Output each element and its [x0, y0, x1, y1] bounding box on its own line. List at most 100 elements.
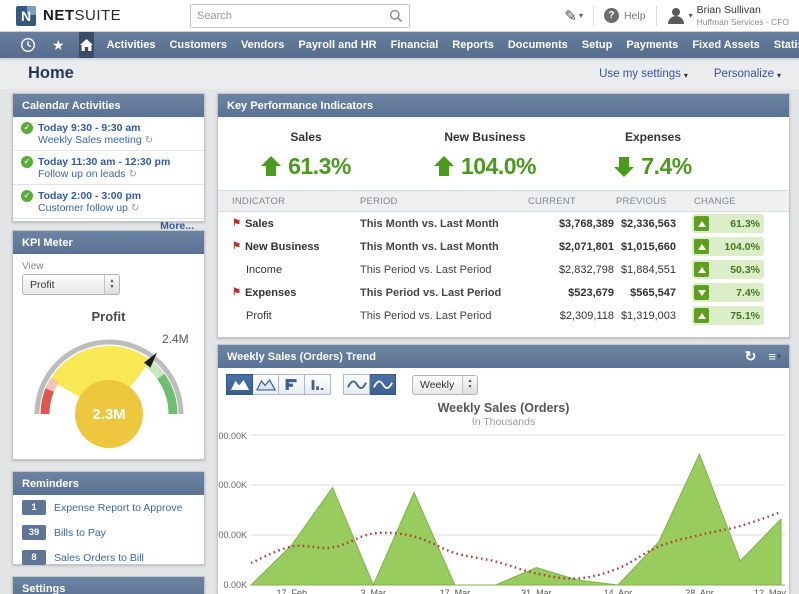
tab-vendors[interactable]: Vendors	[241, 39, 284, 51]
chevron-down-icon: ▾	[777, 72, 781, 80]
chart-type-area-button[interactable]	[226, 374, 253, 395]
kpi-panel-header[interactable]: Key Performance Indicators	[218, 94, 789, 117]
panel-menu-button[interactable]: ≡▾	[768, 349, 781, 364]
flag-icon: ⚑	[232, 241, 241, 252]
shortcuts-button[interactable]: ★	[52, 38, 65, 52]
flag-icon: ⚑	[232, 287, 241, 298]
reminder-link[interactable]: 39 Bills to Pay	[13, 520, 204, 545]
chevron-down-icon: ▾	[579, 12, 583, 20]
tab-payments[interactable]: Payments	[626, 39, 678, 51]
use-my-settings-link[interactable]: Use my settings▾	[599, 68, 688, 80]
page-bar: Home Use my settings▾ Personalize▾	[0, 58, 799, 89]
kpi-headline-expenses: Expenses 7.4%	[578, 130, 728, 180]
kpi-meter-panel: KPI Meter View Profit ▲▼ Profit 2.3M 2.4…	[12, 230, 205, 460]
chart-subtitle: In Thousands	[218, 416, 789, 428]
down-arrow-icon	[614, 156, 634, 177]
gauge-pink-segment	[49, 380, 54, 390]
netsuite-logo[interactable]: N NETSUITE	[16, 6, 121, 26]
trend-period-select[interactable]: Weekly ▲▼	[412, 375, 478, 395]
tab-financial[interactable]: Financial	[391, 39, 439, 51]
change-badge: 7.4%	[692, 283, 764, 302]
user-name: Brian Sullivan	[697, 4, 789, 17]
calendar-panel-header[interactable]: Calendar Activities	[13, 94, 204, 117]
kpi-view-select[interactable]: Profit ▲▼	[22, 274, 120, 295]
tab-home[interactable]	[79, 32, 94, 58]
reminder-link[interactable]: 1 Expense Report to Approve	[13, 495, 204, 520]
chart-toolbar: Weekly ▲▼	[218, 368, 789, 397]
recurring-icon: ↻	[129, 169, 137, 180]
global-search[interactable]	[190, 4, 410, 28]
up-arrow-icon	[694, 308, 709, 323]
hamburger-icon: ≡	[768, 349, 776, 364]
kpi-gauge: 2.3M 2.4M	[24, 326, 194, 457]
tab-activities[interactable]: Activities	[107, 39, 156, 51]
help-button[interactable]: ? Help	[604, 8, 646, 23]
tab-reports[interactable]: Reports	[452, 39, 494, 51]
view-label: View	[22, 261, 204, 272]
tab-statistical-analysis[interactable]: Statistical Analysis	[774, 39, 799, 51]
kpi-headline-row: Sales 61.3% New Business 104.0% Expenses…	[218, 117, 789, 190]
chart-title: Weekly Sales (Orders)	[218, 401, 789, 415]
table-row: Profit This Period vs. Last Period $2,30…	[218, 304, 789, 327]
table-row: Income This Period vs. Last Period $2,83…	[218, 258, 789, 281]
reminders-panel-header[interactable]: Reminders	[13, 472, 204, 495]
chart-type-stacked-button[interactable]	[279, 374, 305, 395]
svg-text:0.00K: 0.00K	[223, 580, 247, 590]
line-style-smooth-button[interactable]	[370, 374, 396, 395]
change-badge: 50.3%	[692, 260, 764, 279]
create-new-icon: ✎	[564, 7, 577, 25]
select-stepper-icon: ▲▼	[462, 376, 477, 394]
check-circle-icon: ✓	[21, 156, 33, 168]
change-badge: 61.3%	[692, 214, 764, 233]
chart-type-column-button[interactable]	[305, 374, 331, 395]
tab-fixed-assets[interactable]: Fixed Assets	[692, 39, 759, 51]
change-badge: 75.1%	[692, 306, 764, 325]
reminder-count-badge: 8	[22, 550, 46, 565]
calendar-event-link[interactable]: Follow up on leads↻	[38, 168, 196, 180]
table-row: ⚑Expenses This Period vs. Last Period $5…	[218, 281, 789, 304]
table-row: ⚑Sales This Month vs. Last Month $3,768,…	[218, 212, 789, 235]
search-icon[interactable]	[389, 9, 403, 23]
reminder-link[interactable]: 8 Sales Orders to Bill	[13, 545, 204, 570]
create-new-button[interactable]: ✎ ▾	[564, 7, 583, 25]
change-badge: 104.0%	[692, 237, 764, 256]
clock-icon	[20, 37, 36, 53]
trend-panel-header[interactable]: Weekly Sales (Orders) Trend ↻ ≡▾	[218, 345, 789, 368]
user-menu[interactable]: ▾ Brian Sullivan Huffman Services - CFO	[667, 4, 789, 27]
tab-payroll-and-hr[interactable]: Payroll and HR	[298, 39, 376, 51]
up-arrow-icon	[694, 262, 709, 277]
line-style-sharp-button[interactable]	[343, 374, 370, 395]
chart-type-line-button[interactable]	[253, 374, 279, 395]
tab-documents[interactable]: Documents	[508, 39, 568, 51]
svg-text:1,500.00K: 1,500.00K	[218, 431, 247, 441]
avatar-icon	[667, 8, 685, 24]
brand-text: NETSUITE	[43, 7, 121, 24]
svg-text:1,000.00K: 1,000.00K	[218, 480, 247, 490]
help-icon: ?	[604, 8, 619, 23]
tab-setup[interactable]: Setup	[582, 39, 613, 51]
stacked-chart-icon	[282, 378, 302, 391]
settings-panel-header[interactable]: Settings	[13, 577, 204, 594]
settings-panel: Settings	[12, 576, 205, 594]
refresh-icon[interactable]: ↻	[745, 348, 757, 365]
kpi-meter-panel-header[interactable]: KPI Meter	[13, 231, 204, 254]
flag-icon: ⚑	[232, 218, 241, 229]
kpi-headline-sales: Sales 61.3%	[220, 130, 392, 180]
up-arrow-icon	[694, 239, 709, 254]
calendar-event-link[interactable]: Customer follow up↻	[38, 202, 196, 214]
recent-records-button[interactable]	[20, 37, 36, 53]
up-arrow-icon	[434, 156, 454, 177]
calendar-event-link[interactable]: Weekly Sales meeting↻	[38, 134, 196, 146]
dashboard-content: Calendar Activities ✓Today 9:30 - 9:30 a…	[0, 89, 799, 594]
personalize-link[interactable]: Personalize▾	[714, 68, 781, 80]
curve-line-icon	[373, 378, 393, 391]
user-role: Huffman Services - CFO	[697, 17, 789, 27]
up-arrow-icon	[694, 216, 709, 231]
svg-text:31. Mar: 31. Mar	[521, 588, 552, 594]
reminder-count-badge: 39	[22, 525, 46, 540]
page-title: Home	[28, 64, 74, 83]
curve-line-icon	[347, 378, 367, 391]
tab-customers[interactable]: Customers	[169, 39, 226, 51]
search-input[interactable]	[191, 10, 389, 22]
calendar-item: ✓Today 11:30 am - 12:30 pm Follow up on …	[13, 151, 204, 185]
